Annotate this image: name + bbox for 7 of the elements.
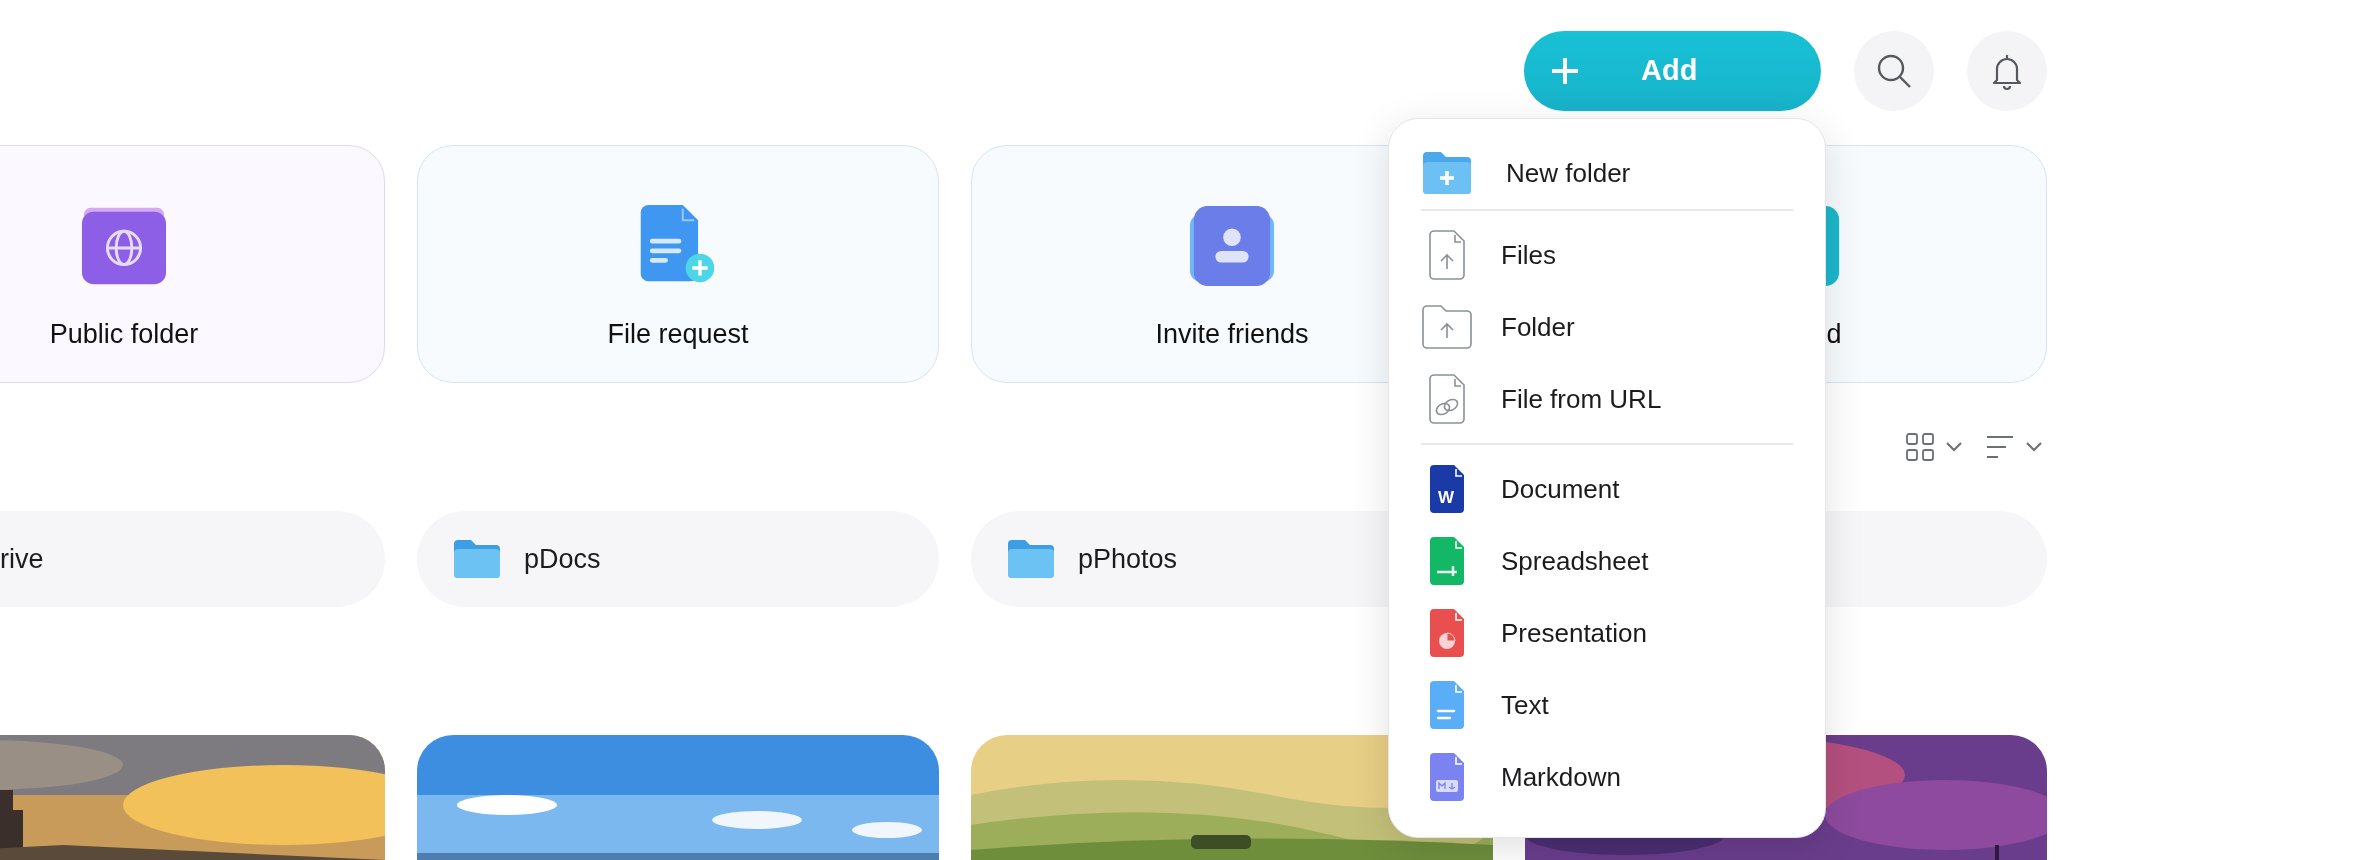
folder-pill[interactable]: rive xyxy=(0,511,385,607)
menu-item[interactable]: Markdown xyxy=(1389,741,1825,813)
folder-pill[interactable]: pDocs xyxy=(417,511,939,607)
quick-action-card[interactable]: File request xyxy=(417,145,939,383)
quick-action-card[interactable]: Public folder xyxy=(0,145,385,383)
word-document-icon: W xyxy=(1428,463,1466,515)
menu-item[interactable]: Text xyxy=(1389,669,1825,741)
